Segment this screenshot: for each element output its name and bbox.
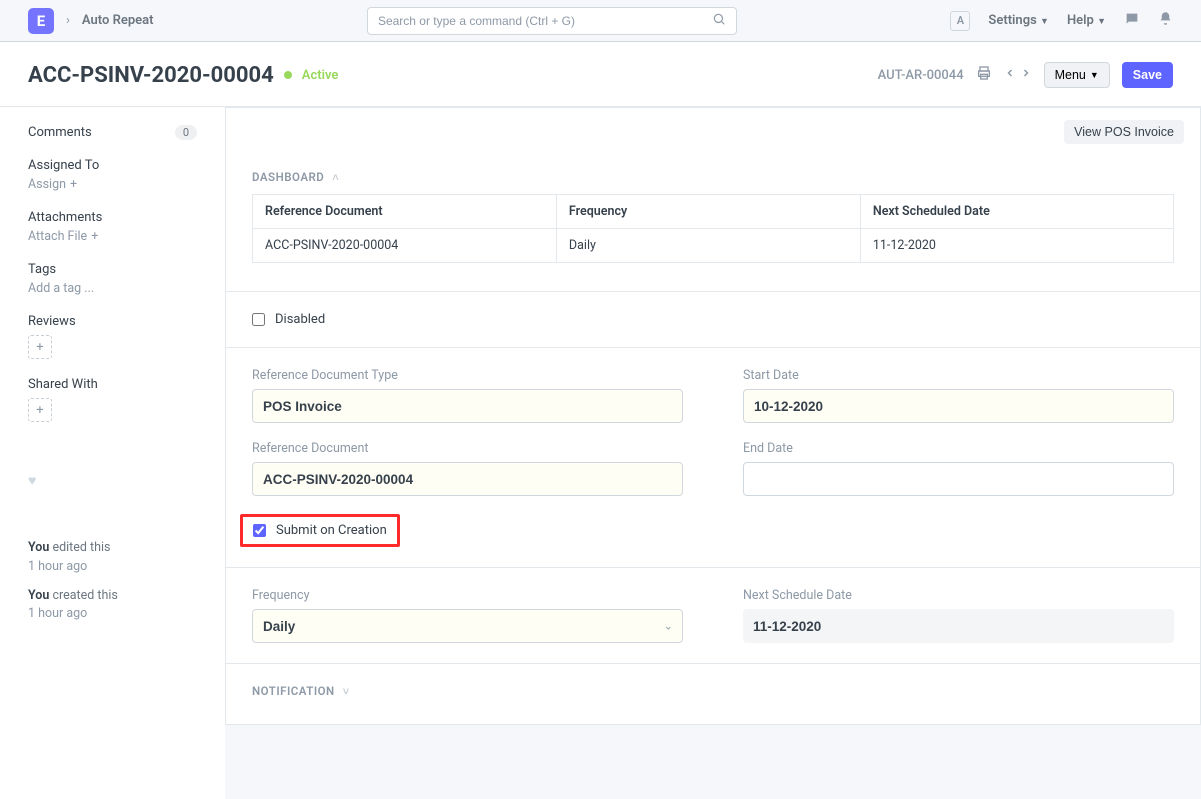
next-icon[interactable] <box>1020 67 1032 83</box>
end-date-label: End Date <box>743 441 1174 456</box>
breadcrumb[interactable]: Auto Repeat <box>82 13 154 28</box>
sidebar-shared-label: Shared With <box>28 377 197 392</box>
frequency-label: Frequency <box>252 588 683 603</box>
disabled-checkbox[interactable] <box>252 313 265 326</box>
table-cell: 11-12-2020 <box>860 229 1173 263</box>
submit-on-creation-label: Submit on Creation <box>276 523 387 538</box>
next-schedule-label: Next Schedule Date <box>743 588 1174 603</box>
table-row: ACC-PSINV-2020-00004 Daily 11-12-2020 <box>253 229 1174 263</box>
toolbar-id: AUT-AR-00044 <box>878 68 964 83</box>
notification-heading[interactable]: NOTIFICATION ˅ <box>252 684 1174 698</box>
chevron-down-icon: ˅ <box>343 685 350 698</box>
print-icon[interactable] <box>976 65 992 85</box>
add-review-button[interactable]: + <box>28 335 52 359</box>
menu-button[interactable]: Menu▼ <box>1044 62 1110 88</box>
chat-icon[interactable] <box>1124 11 1140 31</box>
sidebar-assigned-label: Assigned To <box>28 158 197 173</box>
app-logo[interactable]: E <box>28 8 54 34</box>
ref-doc-label: Reference Document <box>252 441 683 456</box>
heart-icon[interactable]: ♥ <box>28 473 36 489</box>
sidebar-reviews-label: Reviews <box>28 314 197 329</box>
submit-on-creation-highlight: Submit on Creation <box>240 514 400 547</box>
page-title: ACC-PSINV-2020-00004 <box>28 63 274 88</box>
start-date-input[interactable] <box>743 389 1174 423</box>
table-cell: Daily <box>556 229 860 263</box>
search-input-wrap[interactable] <box>367 7 737 35</box>
add-share-button[interactable]: + <box>28 398 52 422</box>
chevron-right-icon: › <box>66 13 70 28</box>
save-button[interactable]: Save <box>1122 62 1173 88</box>
submit-on-creation-checkbox[interactable] <box>253 524 266 537</box>
plus-icon: + <box>91 229 98 244</box>
next-schedule-input <box>743 609 1174 643</box>
avatar[interactable]: A <box>950 11 970 31</box>
help-menu[interactable]: Help ▼ <box>1067 13 1106 28</box>
search-input[interactable] <box>378 14 712 28</box>
comments-count: 0 <box>175 125 197 140</box>
bell-icon[interactable] <box>1158 11 1173 30</box>
table-header: Reference Document <box>253 195 557 229</box>
settings-menu[interactable]: Settings ▼ <box>988 13 1049 28</box>
prev-icon[interactable] <box>1004 67 1016 83</box>
view-pos-invoice-button[interactable]: View POS Invoice <box>1064 120 1184 144</box>
activity-edited: You edited this 1 hour ago <box>28 539 197 577</box>
ref-doc-type-input[interactable] <box>252 389 683 423</box>
dashboard-heading[interactable]: DASHBOARD ˄ <box>252 156 1174 194</box>
assign-link[interactable]: Assign+ <box>28 177 197 192</box>
search-icon <box>712 12 726 30</box>
chevron-up-icon: ˄ <box>332 171 339 184</box>
frequency-select[interactable] <box>252 609 683 643</box>
caret-down-icon: ▼ <box>1040 17 1049 27</box>
table-header: Frequency <box>556 195 860 229</box>
attach-file-link[interactable]: Attach File+ <box>28 229 197 244</box>
plus-icon: + <box>70 177 77 192</box>
add-tag-link[interactable]: Add a tag ... <box>28 281 197 296</box>
ref-doc-input[interactable] <box>252 462 683 496</box>
activity-created: You created this 1 hour ago <box>28 587 197 625</box>
sidebar-tags-label: Tags <box>28 262 197 277</box>
table-cell[interactable]: ACC-PSINV-2020-00004 <box>253 229 557 263</box>
dashboard-table: Reference Document Frequency Next Schedu… <box>252 194 1174 263</box>
start-date-label: Start Date <box>743 368 1174 383</box>
status-badge: Active <box>302 68 339 83</box>
sidebar-attachments-label: Attachments <box>28 210 197 225</box>
disabled-label: Disabled <box>275 312 325 327</box>
caret-down-icon: ▼ <box>1097 17 1106 27</box>
ref-doc-type-label: Reference Document Type <box>252 368 683 383</box>
sidebar-comments-label[interactable]: Comments <box>28 125 92 140</box>
caret-down-icon: ▼ <box>1090 70 1099 80</box>
table-header: Next Scheduled Date <box>860 195 1173 229</box>
status-dot-icon <box>284 71 292 79</box>
end-date-input[interactable] <box>743 462 1174 496</box>
